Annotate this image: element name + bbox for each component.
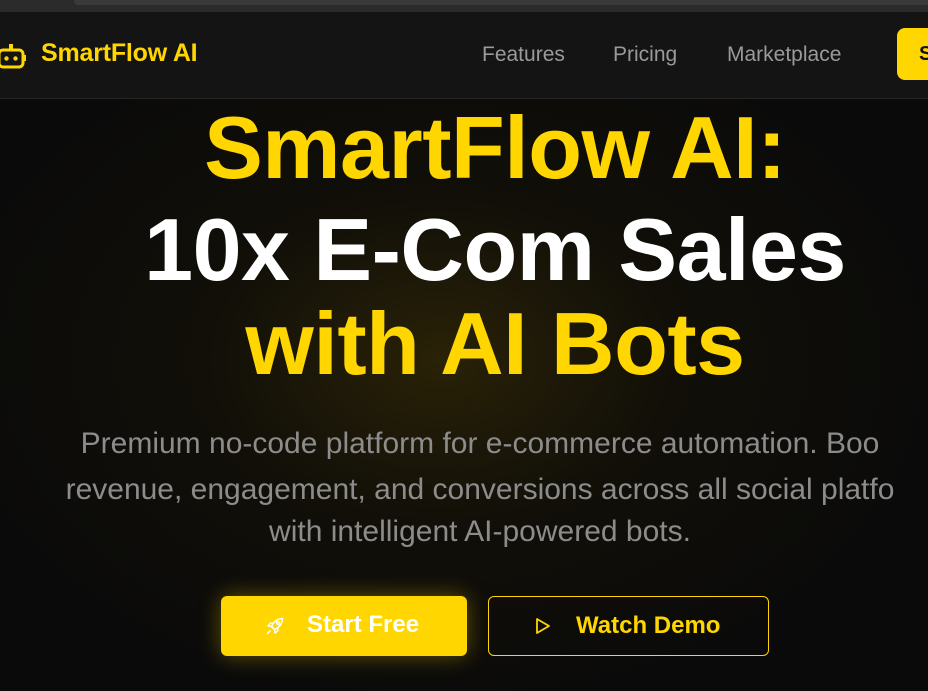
page: SmartFlow AI Features Pricing Marketplac… — [0, 0, 928, 691]
nav-cta-button[interactable]: S — [897, 28, 928, 80]
watch-demo-label: Watch Demo — [576, 612, 721, 639]
nav-link-marketplace[interactable]: Marketplace — [727, 43, 841, 67]
nav-link-features[interactable]: Features — [482, 43, 565, 67]
navbar: SmartFlow AI Features Pricing Marketplac… — [0, 12, 928, 99]
browser-tab-edge — [74, 0, 928, 5]
robot-icon[interactable] — [0, 41, 26, 71]
play-icon — [535, 617, 551, 635]
brand-name[interactable]: SmartFlow AI — [41, 39, 198, 68]
start-free-label: Start Free — [307, 611, 420, 638]
hero-subtitle-line-2: revenue, engagement, and conversions acr… — [65, 473, 895, 506]
browser-top-strip — [0, 0, 928, 12]
rocket-icon — [265, 616, 285, 636]
start-free-button[interactable]: Start Free — [221, 596, 467, 656]
hero-subtitle-line-3: with intelligent AI-powered bots. — [269, 515, 691, 548]
hero-subtitle-line-1: Premium no-code platform for e-commerce … — [80, 427, 880, 460]
watch-demo-button[interactable]: Watch Demo — [488, 596, 769, 656]
hero-title-line-1: SmartFlow AI: — [204, 98, 786, 197]
hero-title-line-3: with AI Bots — [245, 294, 745, 393]
nav-link-pricing[interactable]: Pricing — [613, 43, 677, 67]
hero-title-line-2: 10x E-Com Sales — [144, 200, 846, 299]
